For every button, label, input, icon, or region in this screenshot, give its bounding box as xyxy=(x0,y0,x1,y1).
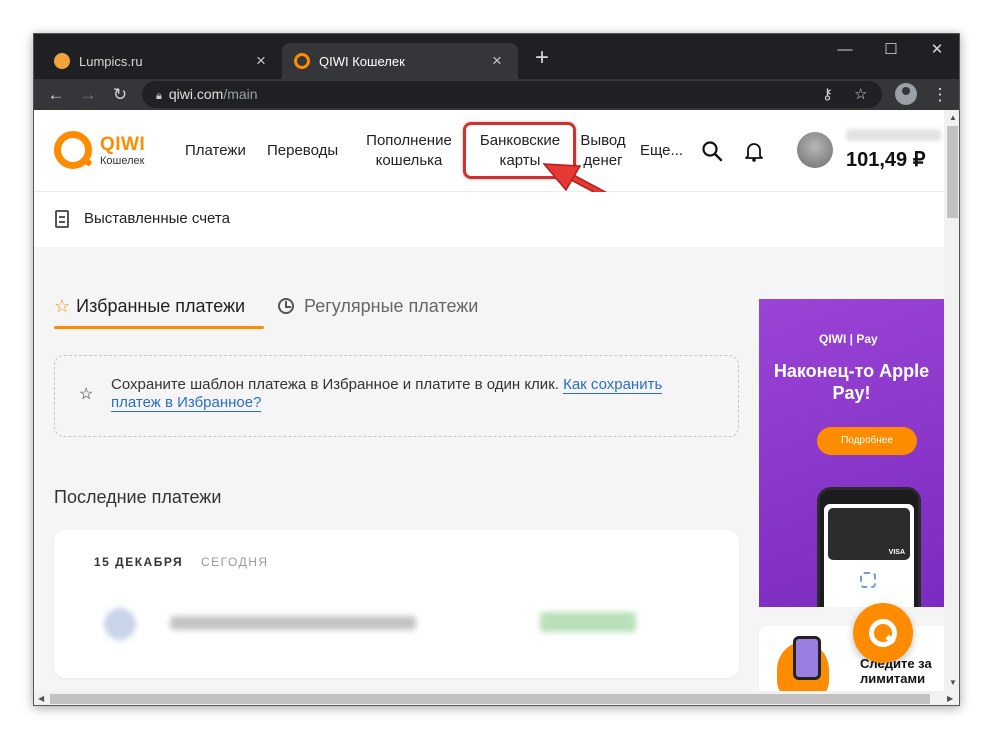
face-id-icon xyxy=(860,572,876,588)
promo-title: Наконец-то Apple Pay! xyxy=(773,361,930,403)
vertical-scrollbar[interactable]: ▲ ▼ xyxy=(944,110,959,691)
phone-image: VISA xyxy=(817,487,921,607)
invoice-icon xyxy=(55,210,69,228)
profile-icon[interactable] xyxy=(895,83,917,105)
key-icon[interactable]: ⚷ xyxy=(822,81,833,108)
apple-pay-banner[interactable]: QIWI | Pay Наконец-то Apple Pay! Подробн… xyxy=(759,299,944,607)
menu-dots-icon[interactable]: ⋮ xyxy=(927,82,953,108)
tab-favorites[interactable]: ☆ Избранные платежи xyxy=(54,296,245,317)
search-icon[interactable] xyxy=(701,140,723,162)
subheader: Выставленные счета xyxy=(34,192,944,247)
payment-amount-blurred xyxy=(540,612,636,632)
logo-text[interactable]: QIWI xyxy=(100,134,145,156)
minimize-button[interactable]: — xyxy=(822,38,868,66)
maximize-button[interactable]: ☐ xyxy=(868,38,914,66)
tab-close-icon[interactable]: × xyxy=(252,51,270,71)
character-illustration xyxy=(777,636,829,691)
new-tab-button[interactable]: + xyxy=(530,46,554,70)
recent-payments-title: Последние платежи xyxy=(54,487,222,507)
limits-banner[interactable]: Следите за лимитами xyxy=(759,626,944,691)
invoices-link[interactable]: Выставленные счета xyxy=(84,210,230,227)
tab-close-icon[interactable]: × xyxy=(488,51,506,71)
tab-regular-label: Регулярные платежи xyxy=(304,296,479,316)
scroll-down-icon[interactable]: ▼ xyxy=(949,678,957,687)
address-bar[interactable]: 🔒︎ qiwi.com/main ⚷ ☆ xyxy=(142,81,882,108)
address-host: qiwi.com xyxy=(168,86,224,102)
bell-icon[interactable] xyxy=(743,140,765,162)
star-outline-icon: ☆ xyxy=(54,296,71,316)
balance[interactable]: 101,49 ₽ xyxy=(846,147,925,172)
phone-screen: VISA xyxy=(824,504,914,607)
hint-text: Сохраните шаблон платежа в Избранное и п… xyxy=(111,376,711,412)
nav-more[interactable]: Еще... xyxy=(640,141,683,161)
tab-title: QIWI Кошелек xyxy=(319,53,405,69)
recent-payments-card: 15 ДЕКАБРЯ СЕГОДНЯ xyxy=(54,530,739,678)
close-window-button[interactable]: ✕ xyxy=(914,38,959,66)
card-image: VISA xyxy=(828,508,910,560)
browser-toolbar: ← → ↻ 🔒︎ qiwi.com/main ⚷ ☆ ⋮ xyxy=(34,79,959,110)
date-label: 15 ДЕКАБРЯ xyxy=(94,555,184,569)
tab-regular[interactable]: Регулярные платежи xyxy=(278,296,478,317)
nav-payments[interactable]: Платежи xyxy=(185,141,246,161)
star-icon[interactable]: ☆ xyxy=(854,81,867,108)
qiwi-chat-button[interactable] xyxy=(853,603,913,663)
active-tab-underline xyxy=(54,326,264,329)
promo-brand: QIWI | Pay xyxy=(819,332,878,346)
tab-strip: Lumpics.ru × QIWI Кошелек × + — ☐ ✕ xyxy=(34,34,959,79)
tab-favorites-label: Избранные платежи xyxy=(76,296,246,316)
tab-lumpics[interactable]: Lumpics.ru × xyxy=(42,43,282,79)
payment-name-blurred[interactable] xyxy=(170,616,416,630)
star-icon: ☆ xyxy=(79,386,94,403)
lumpics-favicon-icon xyxy=(54,53,70,69)
hint-message: Сохраните шаблон платежа в Избранное и п… xyxy=(111,376,564,393)
back-arrow-icon[interactable]: ← xyxy=(43,82,69,108)
page-content: QIWI Кошелек Платежи Переводы Пополнение… xyxy=(34,110,944,691)
visa-logo: VISA xyxy=(888,549,905,556)
date-today: СЕГОДНЯ xyxy=(201,555,269,569)
nav-top-up[interactable]: Пополнение кошелька xyxy=(360,131,458,171)
qiwi-logo-icon[interactable] xyxy=(54,131,92,169)
site-header: QIWI Кошелек Платежи Переводы Пополнение… xyxy=(34,110,944,224)
tab-title: Lumpics.ru xyxy=(79,53,143,69)
scroll-up-icon[interactable]: ▲ xyxy=(949,113,957,122)
lock-icon: 🔒︎ xyxy=(156,90,162,102)
reload-icon[interactable]: ↻ xyxy=(107,82,133,108)
qiwi-favicon-icon xyxy=(294,53,310,69)
scroll-left-icon[interactable]: ◀ xyxy=(38,694,44,703)
payment-icon-blurred xyxy=(104,608,136,640)
horizontal-scroll-thumb[interactable] xyxy=(50,694,930,704)
browser-window: Lumpics.ru × QIWI Кошелек × + — ☐ ✕ ← → … xyxy=(33,33,960,706)
horizontal-scrollbar[interactable]: ◀ ▶ xyxy=(34,691,959,705)
promo-more-button[interactable]: Подробнее xyxy=(817,427,917,455)
forward-arrow-icon[interactable]: → xyxy=(75,82,101,108)
address-path: /main xyxy=(223,86,258,102)
scroll-right-icon[interactable]: ▶ xyxy=(947,694,953,703)
clock-icon xyxy=(278,298,294,314)
logo-subtitle: Кошелек xyxy=(100,155,145,167)
vertical-scroll-thumb[interactable] xyxy=(947,126,958,218)
avatar[interactable] xyxy=(797,132,833,168)
nav-transfers[interactable]: Переводы xyxy=(267,141,338,161)
favorites-hint: ☆ Сохраните шаблон платежа в Избранное и… xyxy=(54,355,739,437)
tab-qiwi[interactable]: QIWI Кошелек × xyxy=(282,43,518,79)
user-name-blurred xyxy=(846,129,941,141)
